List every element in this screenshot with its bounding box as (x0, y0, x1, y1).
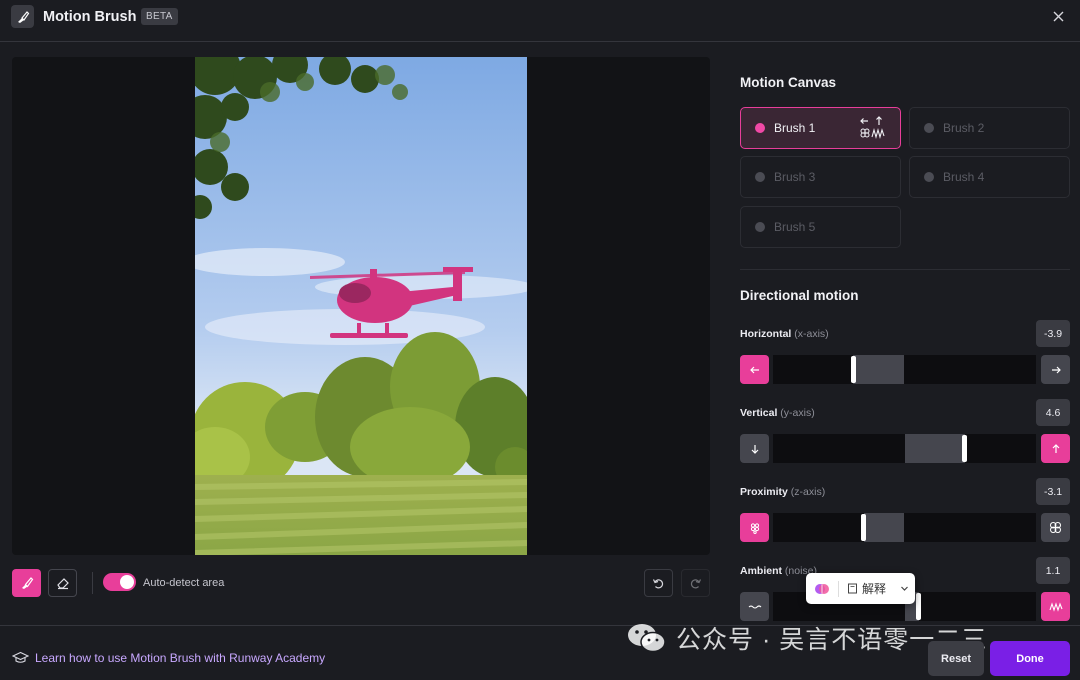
auto-detect-toggle[interactable] (103, 573, 136, 591)
slider-fill (853, 355, 905, 384)
explain-button[interactable]: 解释 (847, 580, 886, 597)
brush-color-dot (755, 172, 765, 182)
redo-icon (690, 578, 702, 588)
brush-color-dot (924, 123, 934, 133)
undo-icon (652, 578, 664, 588)
ambient-low-button[interactable] (740, 592, 769, 621)
brush-tool-button[interactable] (12, 569, 41, 597)
explain-label: 解释 (862, 582, 887, 596)
proximity-axis-label: Proximity (z-axis) (740, 486, 825, 498)
vertical-slider[interactable] (773, 434, 1036, 463)
undo-button[interactable] (644, 569, 673, 597)
auto-detect-label: Auto-detect area (143, 577, 225, 589)
graduation-cap-icon (12, 651, 29, 663)
horizontal-right-button[interactable] (1041, 355, 1070, 384)
wave-low-icon (748, 604, 761, 609)
dialog-header: Motion Brush BETA (0, 0, 1080, 42)
horizontal-axis-label: Horizontal (x-axis) (740, 328, 829, 340)
vertical-down-button[interactable] (740, 434, 769, 463)
motion-canvas[interactable] (12, 57, 710, 555)
brush-color-dot (924, 172, 934, 182)
ambient-value[interactable]: 1.1 (1036, 557, 1070, 584)
brush-label: Brush 1 (774, 121, 816, 135)
arrow-up-icon (1052, 443, 1059, 453)
proximity-value[interactable]: -3.1 (1036, 478, 1070, 505)
axis-name: Ambient (740, 565, 782, 577)
vertical-value[interactable]: 4.6 (1036, 399, 1070, 426)
toolbar-divider (92, 572, 93, 594)
panel-divider (740, 269, 1070, 270)
beta-badge: BETA (141, 8, 178, 25)
brush-label: Brush 3 (774, 170, 816, 184)
directional-motion-title: Directional motion (740, 288, 859, 303)
axis-sub: (z-axis) (790, 486, 826, 498)
close-button[interactable] (1048, 6, 1068, 26)
brush-4-button[interactable]: Brush 4 (909, 156, 1070, 198)
brush-3-button[interactable]: Brush 3 (740, 156, 901, 198)
done-button[interactable]: Done (990, 641, 1070, 676)
horizontal-slider[interactable] (773, 355, 1036, 384)
brush-color-dot (755, 123, 765, 133)
arrow-right-icon (1051, 366, 1061, 373)
brush-2-button[interactable]: Brush 2 (909, 107, 1070, 149)
brush-label: Brush 2 (943, 121, 985, 135)
brush-label: Brush 5 (774, 220, 816, 234)
cluster-small-icon (750, 522, 759, 534)
axis-sub: (y-axis) (780, 407, 815, 419)
ambient-high-button[interactable] (1041, 592, 1070, 621)
footer-divider (0, 625, 1080, 626)
ai-brain-icon[interactable] (814, 581, 830, 597)
brush-label: Brush 4 (943, 170, 985, 184)
brush-icon (21, 577, 33, 589)
reset-button[interactable]: Reset (928, 641, 984, 676)
slider-handle[interactable] (861, 514, 867, 541)
scene-image (195, 57, 527, 555)
horizontal-left-button[interactable] (740, 355, 769, 384)
motion-brush-dialog: Motion Brush BETA Auto-detect area Motio… (0, 0, 1080, 680)
slider-handle[interactable] (850, 356, 856, 383)
proximity-slider[interactable] (773, 513, 1036, 542)
brush-1-button[interactable]: Brush 1 (740, 107, 901, 149)
arrow-down-icon (751, 444, 758, 454)
motion-canvas-title: Motion Canvas (740, 75, 837, 90)
wave-high-icon (1048, 601, 1063, 612)
vertical-axis-label: Vertical (y-axis) (740, 407, 815, 419)
cluster-large-icon (1049, 521, 1062, 534)
eraser-icon (56, 578, 69, 590)
axis-name: Vertical (740, 407, 778, 419)
vertical-up-button[interactable] (1041, 434, 1070, 463)
brush-5-button[interactable]: Brush 5 (740, 206, 901, 248)
popup-divider (838, 580, 839, 597)
slider-fill (863, 513, 905, 542)
axis-name: Proximity (740, 486, 788, 498)
slider-handle[interactable] (962, 435, 968, 462)
slider-fill (904, 434, 965, 463)
axis-name: Horizontal (740, 328, 792, 340)
slider-handle[interactable] (916, 593, 922, 620)
brush-motion-indicator-icon (860, 116, 885, 140)
chevron-down-icon[interactable] (900, 584, 909, 593)
axis-sub: (x-axis) (794, 328, 829, 340)
brush-color-dot (755, 222, 765, 232)
motion-brush-icon (11, 5, 34, 28)
close-icon (1053, 11, 1063, 21)
proximity-far-button[interactable] (1041, 513, 1070, 542)
proximity-near-button[interactable] (740, 513, 769, 542)
translate-popup: 解释 (806, 573, 915, 604)
book-icon (848, 583, 857, 594)
redo-button[interactable] (681, 569, 710, 597)
arrow-left-icon (749, 366, 759, 373)
academy-link-label: Learn how to use Motion Brush with Runwa… (35, 651, 326, 665)
wechat-icon (628, 624, 666, 653)
academy-link[interactable]: Learn how to use Motion Brush with Runwa… (12, 651, 325, 665)
eraser-tool-button[interactable] (48, 569, 77, 597)
horizontal-value[interactable]: -3.9 (1036, 320, 1070, 347)
dialog-title: Motion Brush (43, 9, 137, 25)
